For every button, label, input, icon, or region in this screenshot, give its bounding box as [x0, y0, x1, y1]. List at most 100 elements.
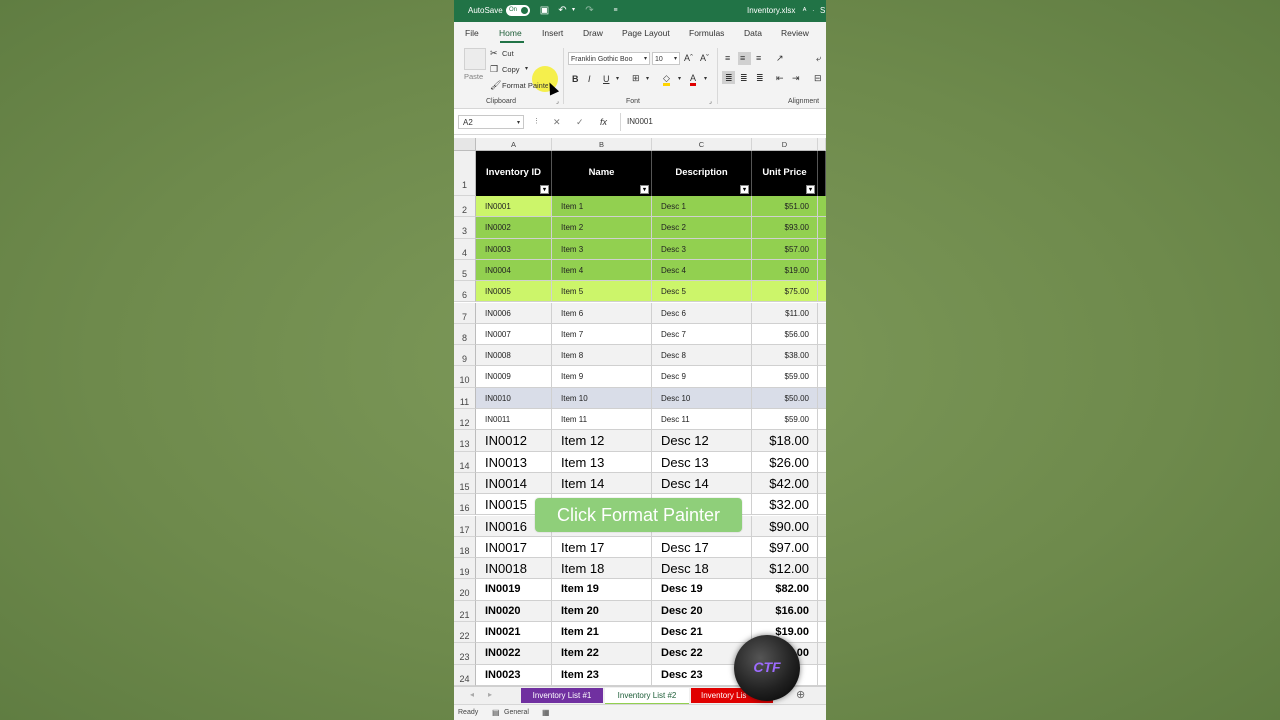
cell-desc[interactable]: Desc 2: [652, 217, 752, 238]
chevron-down-icon[interactable]: ▾: [568, 5, 579, 16]
cell-desc[interactable]: Desc 10: [652, 387, 752, 408]
align-left-icon[interactable]: ≣: [725, 73, 733, 83]
increase-indent-icon[interactable]: ⇥: [792, 73, 800, 83]
filter-dropdown-icon[interactable]: ▾: [740, 185, 749, 194]
row-header[interactable]: 4: [454, 238, 476, 260]
row-header[interactable]: 7: [454, 302, 476, 324]
cell-e[interactable]: [818, 601, 826, 621]
font-color-icon[interactable]: A: [690, 73, 697, 86]
sheet-tab-inventory-list-1[interactable]: Inventory List #1: [521, 688, 603, 703]
cell-desc[interactable]: Desc 1: [652, 196, 752, 217]
row-header[interactable]: 23: [454, 643, 476, 665]
cell-price[interactable]: $50.00: [752, 387, 818, 408]
cell-id[interactable]: IN0004: [476, 259, 552, 281]
cell-e[interactable]: [818, 345, 826, 365]
cell-desc[interactable]: Desc 21: [652, 622, 752, 643]
cell-e[interactable]: [818, 409, 826, 429]
font-name-select[interactable]: Franklin Gothic Boo ▾: [568, 52, 650, 65]
cell-desc[interactable]: Desc 7: [652, 323, 752, 345]
cell-e[interactable]: [818, 239, 826, 259]
cell-desc[interactable]: Desc 20: [652, 600, 752, 621]
row-header[interactable]: 13: [454, 430, 476, 452]
cell-id[interactable]: IN0001: [476, 196, 552, 217]
cell-price[interactable]: $59.00: [752, 409, 818, 430]
cell-price[interactable]: $38.00: [752, 345, 818, 366]
cell-id[interactable]: IN0017: [476, 536, 552, 558]
enter-icon[interactable]: ✓: [576, 117, 584, 128]
cell-price[interactable]: $90.00: [752, 515, 818, 536]
cell-e[interactable]: [818, 196, 826, 216]
cell-id[interactable]: IN0003: [476, 238, 552, 259]
copy-icon[interactable]: ❐: [490, 64, 498, 74]
cell-e[interactable]: [818, 558, 826, 578]
row-header[interactable]: 14: [454, 451, 476, 473]
align-middle-icon[interactable]: ≡: [740, 53, 745, 63]
cell-desc[interactable]: Desc 8: [652, 345, 752, 366]
column-header-d[interactable]: D: [752, 138, 818, 151]
wrap-text-icon[interactable]: ⤶: [816, 53, 821, 63]
cell-id[interactable]: IN0021: [476, 622, 552, 643]
cell-name[interactable]: Item 1: [552, 196, 652, 217]
formula-input[interactable]: IN0001: [627, 117, 653, 126]
cell-id[interactable]: IN0002: [476, 217, 552, 238]
tab-draw[interactable]: Draw: [583, 28, 603, 38]
tab-insert[interactable]: Insert: [542, 28, 563, 38]
cell-id[interactable]: IN0012: [476, 430, 552, 451]
chevron-down-icon[interactable]: ▾: [704, 74, 707, 84]
cell-name[interactable]: Item 11: [552, 409, 652, 430]
cell-price[interactable]: $32.00: [752, 494, 818, 515]
cell-desc[interactable]: Desc 12: [652, 430, 752, 451]
macro-record-icon[interactable]: ▦: [542, 708, 550, 717]
cell-id[interactable]: IN0007: [476, 323, 552, 345]
orientation-icon[interactable]: ↗: [776, 53, 784, 63]
row-header[interactable]: 11: [454, 387, 476, 409]
header-cell-description[interactable]: Description ▾: [652, 151, 752, 196]
cell-name[interactable]: Item 23: [552, 664, 652, 685]
bold-icon[interactable]: B: [572, 74, 579, 84]
cell-name[interactable]: Item 7: [552, 323, 652, 345]
cell-e[interactable]: [818, 303, 826, 323]
row-header[interactable]: 17: [454, 515, 476, 537]
cell-price[interactable]: $19.00: [752, 259, 818, 281]
cell-e[interactable]: [818, 324, 826, 344]
cell-desc[interactable]: Desc 6: [652, 302, 752, 323]
cut-button[interactable]: Cut: [502, 49, 514, 58]
cell-id[interactable]: IN0019: [476, 579, 552, 600]
cell-price[interactable]: $82.00: [752, 579, 818, 600]
undo-icon[interactable]: ↶: [557, 5, 568, 16]
cell-name[interactable]: Item 5: [552, 281, 652, 302]
row-header[interactable]: 12: [454, 409, 476, 431]
customize-qat-icon[interactable]: ≡: [610, 5, 621, 16]
cell-name[interactable]: Item 3: [552, 238, 652, 259]
chevron-down-icon[interactable]: ▾: [678, 74, 681, 84]
tab-data[interactable]: Data: [744, 28, 762, 38]
row-header[interactable]: 16: [454, 494, 476, 516]
cell-desc[interactable]: Desc 13: [652, 451, 752, 472]
sheet-tab-inventory-list-2[interactable]: Inventory List #2: [605, 688, 689, 705]
cell-e[interactable]: [818, 473, 826, 493]
decrease-font-icon[interactable]: Aˇ: [700, 53, 709, 63]
cell-id[interactable]: IN0013: [476, 451, 552, 472]
cell-price[interactable]: $18.00: [752, 430, 818, 451]
format-painter-button[interactable]: Format Painter: [502, 81, 548, 90]
row-header[interactable]: 22: [454, 622, 476, 644]
borders-icon[interactable]: ⊞: [632, 73, 640, 83]
scroll-left-icon[interactable]: ◂: [470, 690, 474, 699]
tab-formulas[interactable]: Formulas: [689, 28, 724, 38]
cell-id[interactable]: IN0009: [476, 366, 552, 387]
tab-page-layout[interactable]: Page Layout: [622, 28, 670, 38]
save-icon[interactable]: ▣: [539, 5, 550, 16]
paste-label[interactable]: Paste: [464, 72, 483, 81]
row-header[interactable]: 3: [454, 217, 476, 239]
chevron-down-icon[interactable]: ▾: [616, 74, 619, 84]
cell-desc[interactable]: Desc 5: [652, 281, 752, 302]
cell-price[interactable]: $26.00: [752, 451, 818, 472]
insert-function-icon[interactable]: fx: [600, 117, 607, 127]
cell-name[interactable]: Item 9: [552, 366, 652, 387]
cell-price[interactable]: $11.00: [752, 302, 818, 323]
cell-desc[interactable]: Desc 11: [652, 409, 752, 430]
row-header[interactable]: 10: [454, 366, 476, 388]
cell-desc[interactable]: Desc 14: [652, 472, 752, 494]
row-header[interactable]: 5: [454, 259, 476, 282]
cell-desc[interactable]: Desc 4: [652, 259, 752, 281]
